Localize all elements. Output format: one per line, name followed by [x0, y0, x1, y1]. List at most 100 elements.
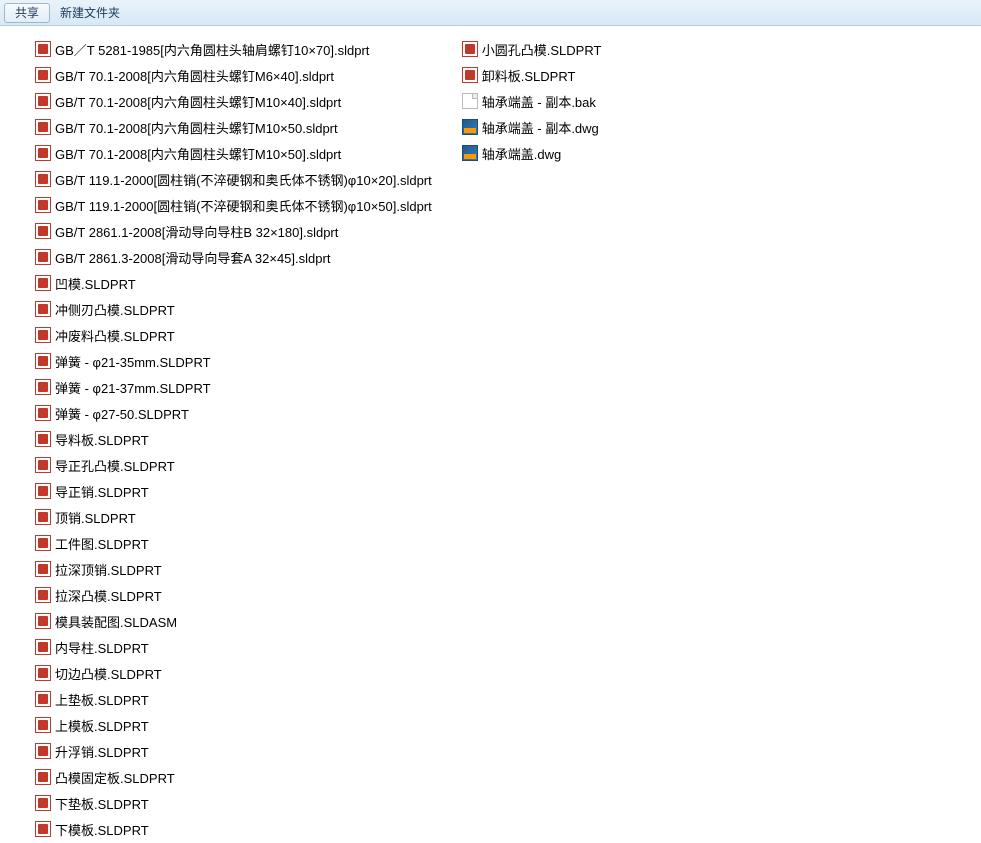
file-name-label: GB/T 119.1-2000[圆柱销(不淬硬钢和奥氏体不锈钢)φ10×50].…	[55, 196, 432, 215]
file-name-label: GB/T 70.1-2008[内六角圆柱头螺钉M10×40].sldprt	[55, 92, 341, 111]
file-name-label: GB/T 2861.3-2008[滑动导向导套A 32×45].sldprt	[55, 248, 330, 267]
file-item[interactable]: GB/T 70.1-2008[内六角圆柱头螺钉M6×40].sldprt	[30, 62, 437, 88]
file-item[interactable]: 上垫板.SLDPRT	[30, 686, 437, 712]
file-item[interactable]: GB/T 70.1-2008[内六角圆柱头螺钉M10×50].sldprt	[30, 140, 437, 166]
file-name-label: 小圆孔凸模.SLDPRT	[482, 40, 602, 59]
file-item[interactable]: GB/T 2861.1-2008[滑动导向导柱B 32×180].sldprt	[30, 218, 437, 244]
file-name-label: 轴承端盖 - 副本.dwg	[482, 118, 599, 137]
file-item[interactable]: 轴承端盖.dwg	[457, 140, 607, 166]
solidworks-part-icon	[35, 171, 51, 187]
file-name-label: 下模板.SLDPRT	[55, 820, 149, 839]
file-icon	[462, 93, 478, 109]
file-item[interactable]: GB/T 119.1-2000[圆柱销(不淬硬钢和奥氏体不锈钢)φ10×20].…	[30, 166, 437, 192]
file-name-label: GB/T 70.1-2008[内六角圆柱头螺钉M6×40].sldprt	[55, 66, 334, 85]
file-name-label: GB／T 5281-1985[内六角圆柱头轴肩螺钉10×70].sldprt	[55, 40, 369, 59]
solidworks-part-icon	[35, 353, 51, 369]
file-item[interactable]: 凸模固定板.SLDPRT	[30, 764, 437, 790]
file-item[interactable]: 上模板.SLDPRT	[30, 712, 437, 738]
file-item[interactable]: 导正销.SLDPRT	[30, 478, 437, 504]
file-item[interactable]: 冲废料凸模.SLDPRT	[30, 322, 437, 348]
solidworks-part-icon	[35, 535, 51, 551]
file-name-label: GB/T 2861.1-2008[滑动导向导柱B 32×180].sldprt	[55, 222, 338, 241]
file-item[interactable]: 导料板.SLDPRT	[30, 426, 437, 452]
file-item[interactable]: 拉深顶销.SLDPRT	[30, 556, 437, 582]
file-item[interactable]: 切边凸模.SLDPRT	[30, 660, 437, 686]
file-item[interactable]: 轴承端盖 - 副本.bak	[457, 88, 607, 114]
file-list-area: GB／T 5281-1985[内六角圆柱头轴肩螺钉10×70].sldprt GB…	[0, 26, 981, 843]
file-name-label: 拉深顶销.SLDPRT	[55, 560, 162, 579]
solidworks-part-icon	[35, 41, 51, 57]
file-name-label: GB/T 70.1-2008[内六角圆柱头螺钉M10×50].sldprt	[55, 144, 341, 163]
file-name-label: 弹簧 - φ21-37mm.SLDPRT	[55, 378, 211, 397]
file-item[interactable]: 下垫板.SLDPRT	[30, 790, 437, 816]
solidworks-part-icon	[35, 197, 51, 213]
file-item[interactable]: 凹模.SLDPRT	[30, 270, 437, 296]
file-item[interactable]: 冲侧刃凸模.SLDPRT	[30, 296, 437, 322]
file-item[interactable]: 升浮销.SLDPRT	[30, 738, 437, 764]
solidworks-part-icon	[35, 717, 51, 733]
file-item[interactable]: 工件图.SLDPRT	[30, 530, 437, 556]
file-name-label: GB/T 119.1-2000[圆柱销(不淬硬钢和奥氏体不锈钢)φ10×20].…	[55, 170, 432, 189]
file-name-label: 上模板.SLDPRT	[55, 716, 149, 735]
file-item[interactable]: GB/T 119.1-2000[圆柱销(不淬硬钢和奥氏体不锈钢)φ10×50].…	[30, 192, 437, 218]
file-name-label: 导料板.SLDPRT	[55, 430, 149, 449]
file-name-label: 凹模.SLDPRT	[55, 274, 136, 293]
file-name-label: 上垫板.SLDPRT	[55, 690, 149, 709]
file-item[interactable]: GB/T 70.1-2008[内六角圆柱头螺钉M10×50.sldprt	[30, 114, 437, 140]
file-column-2: 小圆孔凸模.SLDPRT 卸料板.SLDPRT 轴承端盖 - 副本.bak 轴承端盖 …	[457, 36, 607, 842]
file-item[interactable]: 下模板.SLDPRT	[30, 816, 437, 842]
file-name-label: 顶销.SLDPRT	[55, 508, 136, 527]
dwg-file-icon	[462, 119, 478, 135]
solidworks-part-icon	[35, 665, 51, 681]
solidworks-part-icon	[462, 67, 478, 83]
solidworks-part-icon	[35, 743, 51, 759]
file-name-label: 轴承端盖 - 副本.bak	[482, 92, 596, 111]
file-name-label: 升浮销.SLDPRT	[55, 742, 149, 761]
file-column-1: GB／T 5281-1985[内六角圆柱头轴肩螺钉10×70].sldprt GB…	[30, 36, 437, 842]
file-name-label: 切边凸模.SLDPRT	[55, 664, 162, 683]
solidworks-part-icon	[35, 93, 51, 109]
solidworks-part-icon	[35, 405, 51, 421]
solidworks-part-icon	[462, 41, 478, 57]
dwg-file-icon	[462, 145, 478, 161]
file-name-label: 内导柱.SLDPRT	[55, 638, 149, 657]
file-item[interactable]: 模具装配图.SLDASM	[30, 608, 437, 634]
solidworks-part-icon	[35, 795, 51, 811]
file-item[interactable]: GB／T 5281-1985[内六角圆柱头轴肩螺钉10×70].sldprt	[30, 36, 437, 62]
file-item[interactable]: GB/T 2861.3-2008[滑动导向导套A 32×45].sldprt	[30, 244, 437, 270]
file-item[interactable]: 弹簧 - φ21-37mm.SLDPRT	[30, 374, 437, 400]
file-item[interactable]: 弹簧 - φ21-35mm.SLDPRT	[30, 348, 437, 374]
file-name-label: 导正孔凸模.SLDPRT	[55, 456, 175, 475]
file-item[interactable]: GB/T 70.1-2008[内六角圆柱头螺钉M10×40].sldprt	[30, 88, 437, 114]
file-name-label: 轴承端盖.dwg	[482, 144, 561, 163]
file-item[interactable]: 拉深凸模.SLDPRT	[30, 582, 437, 608]
file-item[interactable]: 弹簧 - φ27-50.SLDPRT	[30, 400, 437, 426]
new-folder-label[interactable]: 新建文件夹	[60, 4, 120, 21]
solidworks-part-icon	[35, 67, 51, 83]
toolbar: 共享 新建文件夹	[0, 0, 981, 26]
file-name-label: GB/T 70.1-2008[内六角圆柱头螺钉M10×50.sldprt	[55, 118, 338, 137]
solidworks-part-icon	[35, 301, 51, 317]
file-name-label: 弹簧 - φ27-50.SLDPRT	[55, 404, 189, 423]
file-name-label: 冲侧刃凸模.SLDPRT	[55, 300, 175, 319]
solidworks-part-icon	[35, 769, 51, 785]
file-name-label: 导正销.SLDPRT	[55, 482, 149, 501]
solidworks-part-icon	[35, 639, 51, 655]
solidworks-part-icon	[35, 119, 51, 135]
file-name-label: 下垫板.SLDPRT	[55, 794, 149, 813]
file-item[interactable]: 小圆孔凸模.SLDPRT	[457, 36, 607, 62]
file-item[interactable]: 顶销.SLDPRT	[30, 504, 437, 530]
share-button[interactable]: 共享	[4, 3, 50, 23]
file-item[interactable]: 轴承端盖 - 副本.dwg	[457, 114, 607, 140]
solidworks-part-icon	[35, 587, 51, 603]
solidworks-part-icon	[35, 691, 51, 707]
file-name-label: 拉深凸模.SLDPRT	[55, 586, 162, 605]
solidworks-part-icon	[35, 509, 51, 525]
file-item[interactable]: 内导柱.SLDPRT	[30, 634, 437, 660]
file-item[interactable]: 导正孔凸模.SLDPRT	[30, 452, 437, 478]
file-name-label: 模具装配图.SLDASM	[55, 612, 177, 631]
file-item[interactable]: 卸料板.SLDPRT	[457, 62, 607, 88]
solidworks-part-icon	[35, 275, 51, 291]
solidworks-part-icon	[35, 457, 51, 473]
solidworks-part-icon	[35, 223, 51, 239]
